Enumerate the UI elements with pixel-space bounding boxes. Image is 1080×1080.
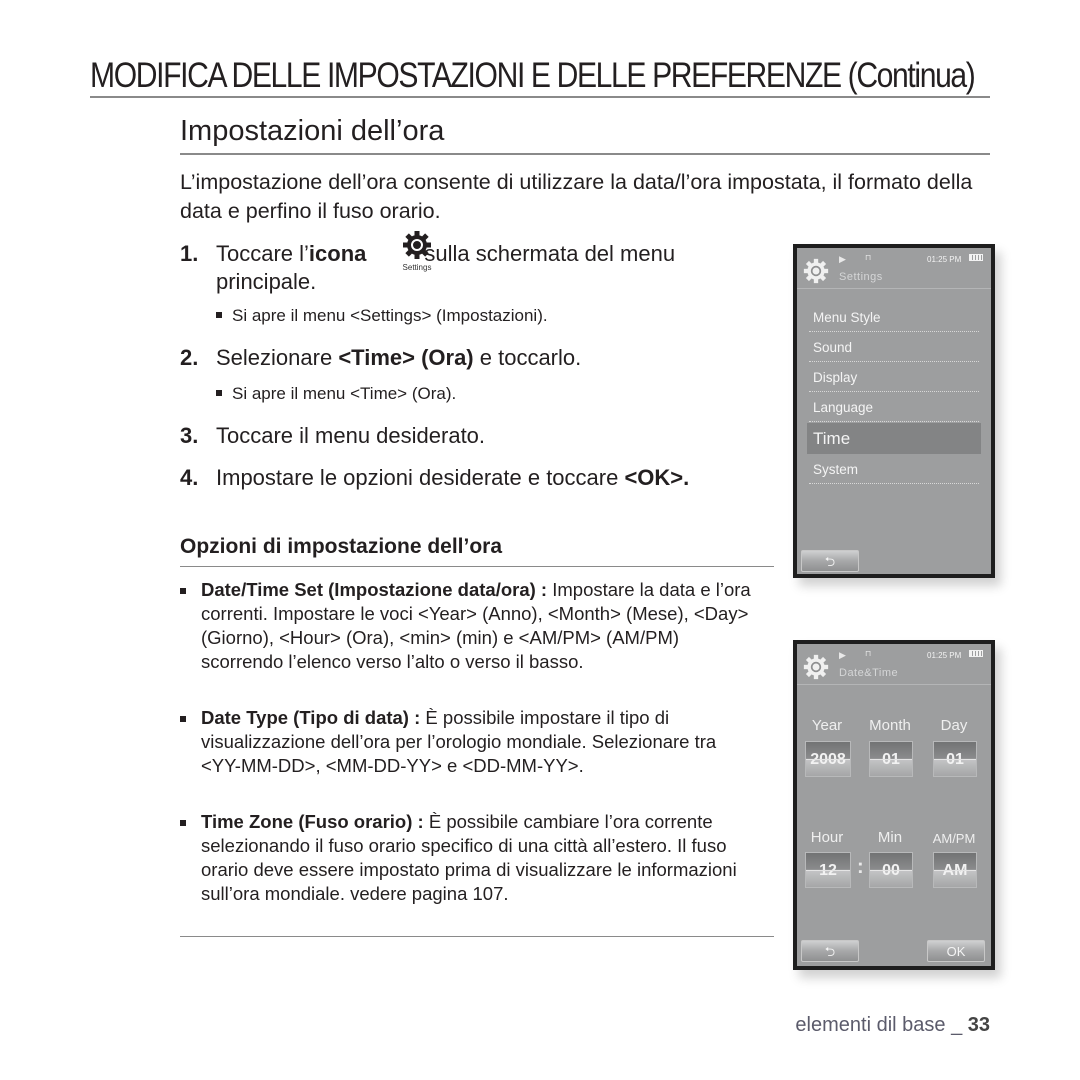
device-screen-title: Date&Time — [839, 667, 899, 679]
option-term: Date/Time Set (Impostazione data/ora) : — [201, 579, 548, 600]
day-spinner[interactable]: 01 — [933, 741, 977, 777]
bullet-icon — [180, 716, 186, 722]
bullet-icon — [180, 588, 186, 594]
ampm-label: AM/PM — [932, 831, 976, 846]
usb-status-icon: ⊓ — [865, 253, 872, 262]
step-4: 4. Impostare le opzioni desiderate e tocc… — [180, 464, 689, 491]
year-label: Year — [811, 717, 843, 734]
play-status-icon: ▶ — [839, 650, 846, 660]
device-screen-title: Settings — [839, 271, 883, 283]
bullet-icon — [180, 820, 186, 826]
step-text: Impostare le opzioni desiderate e toccar… — [216, 465, 625, 490]
settings-icon-label: Settings — [402, 263, 432, 272]
back-button[interactable]: ⮌ — [801, 550, 859, 572]
step-number: 2. — [180, 345, 199, 370]
step-number: 1. — [180, 241, 199, 266]
step-bold: icona — [308, 241, 367, 266]
battery-icon — [969, 650, 983, 657]
bullet-icon — [216, 311, 222, 318]
hour-spinner[interactable]: 12 — [805, 852, 851, 888]
option-time-zone: Time Zone (Fuso orario) : È possibile ca… — [180, 810, 760, 906]
intro-paragraph: L’impostazione dell’ora consente di util… — [180, 170, 973, 223]
option-date-type: Date Type (Tipo di data) : È possibile i… — [180, 706, 760, 778]
settings-gear-icon — [403, 231, 431, 259]
play-status-icon: ▶ — [839, 254, 846, 264]
month-label: Month — [869, 717, 911, 734]
step-bold: <OK>. — [624, 465, 690, 490]
month-spinner[interactable]: 01 — [869, 741, 913, 777]
settings-gear-icon — [803, 654, 829, 680]
ampm-spinner[interactable]: AM — [933, 852, 977, 888]
menu-item-display[interactable]: Display — [809, 363, 979, 392]
device-clock: 01:25 PM — [927, 651, 962, 660]
step-number: 3. — [180, 423, 199, 448]
option-term: Time Zone (Fuso orario) : — [201, 811, 424, 832]
menu-item-menu-style[interactable]: Menu Style — [809, 303, 979, 332]
step-1-note: Si apre il menu <Settings> (Impostazioni… — [216, 306, 548, 326]
option-date-time-set: Date/Time Set (Impostazione data/ora) : … — [180, 578, 760, 674]
step-text: Toccare l’ — [216, 241, 309, 266]
step-1: 1. Toccare l’icona sulla schermata del men… — [180, 240, 770, 267]
section-divider — [180, 153, 990, 155]
menu-item-language[interactable]: Language — [809, 393, 979, 422]
usb-status-icon: ⊓ — [865, 649, 872, 658]
option-term: Date Type (Tipo di data) : — [201, 707, 421, 728]
footer-section: elementi dil base _ — [795, 1014, 968, 1036]
step-2: 2. Selezionare <Time> (Ora) e toccarlo. — [180, 344, 581, 371]
day-label: Day — [940, 717, 968, 734]
step-text: sulla schermata del menu — [424, 241, 676, 266]
settings-icon-inline: Settings — [395, 230, 439, 276]
page-number: 33 — [967, 1014, 990, 1036]
chapter-title: MODIFICA DELLE IMPOSTAZIONI E DELLE PREF… — [90, 56, 976, 95]
step-1-continued: principale. — [216, 269, 317, 294]
step-text: Selezionare — [216, 345, 339, 370]
step-bold: <Time> (Ora) — [338, 345, 474, 370]
min-spinner[interactable]: 00 — [869, 852, 913, 888]
hour-label: Hour — [810, 829, 844, 846]
note-text: Si apre il menu <Settings> (Impostazioni… — [232, 306, 548, 325]
device-clock: 01:25 PM — [927, 255, 962, 264]
chapter-divider — [90, 96, 990, 98]
ok-button[interactable]: OK — [927, 940, 985, 962]
year-spinner[interactable]: 2008 — [805, 741, 851, 777]
step-text: e toccarlo. — [473, 345, 582, 370]
menu-item-time[interactable]: Time — [807, 423, 981, 454]
time-separator: : — [857, 856, 864, 878]
menu-item-sound[interactable]: Sound — [809, 333, 979, 362]
step-3: 3. Toccare il menu desiderato. — [180, 422, 485, 449]
menu-item-system[interactable]: System — [809, 455, 979, 484]
section-title: Impostazioni dell’ora — [180, 115, 445, 147]
note-text: Si apre il menu <Time> (Ora). — [232, 384, 457, 403]
device-settings-screen: ▶ ⊓ 01:25 PM Settings Menu Style Sound D… — [793, 244, 995, 578]
min-label: Min — [877, 829, 903, 846]
step-text: Toccare il menu desiderato. — [216, 423, 486, 448]
device-datetime-screen: ▶ ⊓ 01:25 PM Date&Time Year Month Day 20… — [793, 640, 995, 970]
device-status-bar: ▶ ⊓ 01:25 PM Date&Time — [797, 644, 991, 685]
options-divider — [180, 566, 774, 567]
page-footer: elementi dil base _ 33 — [795, 1014, 990, 1037]
battery-icon — [969, 254, 983, 261]
options-bottom-divider — [180, 936, 774, 937]
options-title: Opzioni di impostazione dell’ora — [180, 535, 503, 558]
device-status-bar: ▶ ⊓ 01:25 PM Settings — [797, 248, 991, 289]
back-arrow-icon: ⮌ — [824, 554, 836, 569]
settings-gear-icon — [803, 258, 829, 284]
back-button[interactable]: ⮌ — [801, 940, 859, 962]
step-number: 4. — [180, 465, 199, 490]
back-arrow-icon: ⮌ — [824, 944, 836, 959]
step-2-note: Si apre il menu <Time> (Ora). — [216, 384, 456, 404]
bullet-icon — [216, 389, 222, 396]
